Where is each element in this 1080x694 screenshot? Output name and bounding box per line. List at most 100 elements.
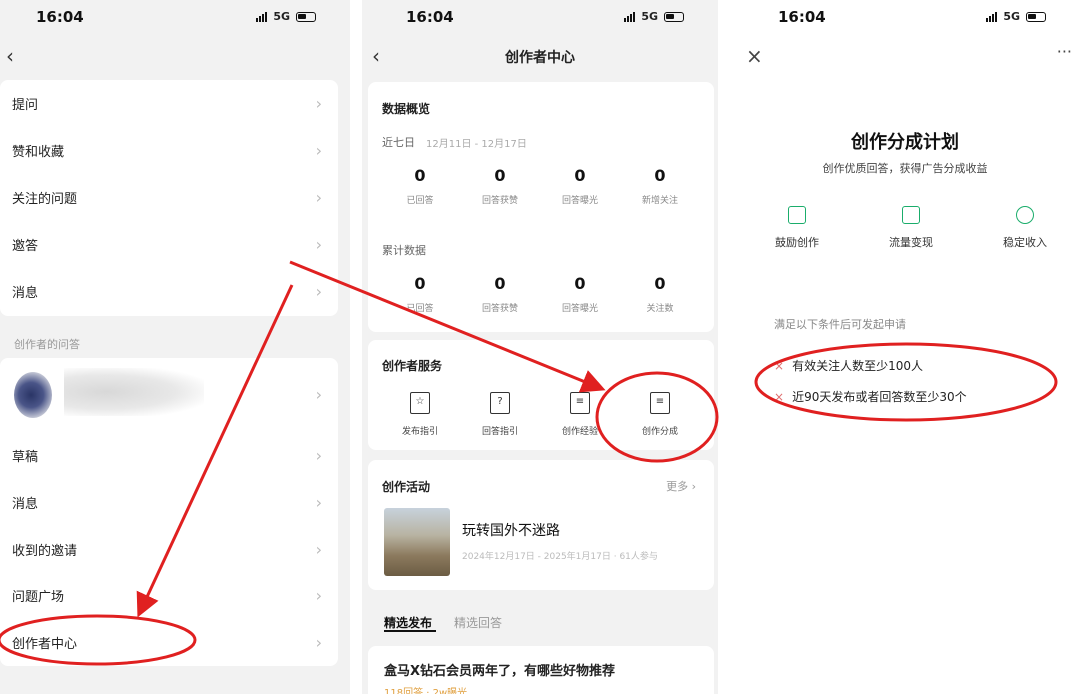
plan-title: 创作分成计划 bbox=[851, 132, 959, 153]
battery-icon bbox=[664, 11, 684, 22]
network-label: 5G bbox=[1003, 10, 1020, 23]
menu-item-creator-center[interactable]: 创作者中心 › bbox=[12, 619, 326, 665]
recent-label: 近七日 bbox=[382, 136, 415, 149]
requirement-followers: × 有效关注人数至少100人 bbox=[774, 359, 923, 373]
avatar bbox=[14, 372, 52, 418]
service-creation-experience[interactable]: ≡ 创作经验 bbox=[540, 392, 620, 437]
menu-item-label: 提问 bbox=[12, 97, 39, 113]
menu-item-label: 问题广场 bbox=[12, 589, 65, 605]
menu-item-label: 消息 bbox=[12, 496, 39, 512]
status-bar: 16:04 5G bbox=[0, 0, 350, 34]
edit-square-icon bbox=[788, 206, 806, 224]
menu-item-label: 收到的邀请 bbox=[12, 543, 78, 559]
chevron-right-icon: › bbox=[315, 140, 322, 160]
shield-coin-icon bbox=[1016, 206, 1034, 224]
page-title: 创作者中心 bbox=[505, 50, 575, 66]
menu-item-label: 关注的问题 bbox=[12, 191, 78, 207]
menu-item-followed-questions[interactable]: 关注的问题 › bbox=[12, 174, 326, 220]
signal-icon bbox=[256, 11, 268, 22]
menu-item-label: 邀答 bbox=[12, 238, 39, 254]
status-time: 16:04 bbox=[406, 8, 454, 26]
plan-subtitle: 创作优质回答，获得广告分成收益 bbox=[822, 162, 988, 175]
tab-active-indicator bbox=[384, 630, 436, 632]
stat-recent-exposure: 0 回答曝光 bbox=[561, 166, 598, 206]
menu-item-messages-2[interactable]: 消息 › bbox=[12, 479, 326, 525]
activity-meta: 2024年12月17日 - 2025年1月17日 · 61人参与 bbox=[462, 552, 658, 562]
services-heading: 创作者服务 bbox=[382, 359, 443, 373]
back-arrow-icon[interactable]: ‹ bbox=[6, 44, 14, 68]
battery-icon bbox=[1026, 11, 1046, 22]
overview-heading: 数据概览 bbox=[382, 102, 431, 116]
book-question-icon: ? bbox=[490, 392, 510, 414]
tab-featured-answers[interactable]: 精选回答 bbox=[454, 614, 502, 631]
chevron-right-icon: › bbox=[315, 234, 322, 254]
activity-thumbnail[interactable] bbox=[384, 508, 450, 576]
chevron-right-icon: › bbox=[315, 93, 322, 113]
benefit-encourage: 鼓励创作 bbox=[752, 206, 842, 250]
more-options-icon[interactable]: ··· bbox=[1057, 42, 1072, 61]
menu-item-question-square[interactable]: 问题广场 › bbox=[12, 572, 326, 618]
blurred-username bbox=[64, 368, 204, 416]
section-label-creator-qa: 创作者的问答 bbox=[14, 338, 80, 351]
menu-item-received-invites[interactable]: 收到的邀请 › bbox=[12, 526, 326, 572]
menu-item-label: 消息 bbox=[12, 285, 39, 301]
menu-item-ask[interactable]: 提问 › bbox=[12, 80, 326, 126]
stat-recent-answered: 0 已回答 bbox=[406, 166, 434, 206]
stat-total-followers: 0 关注数 bbox=[646, 274, 674, 314]
stat-recent-likes: 0 回答获赞 bbox=[481, 166, 518, 206]
data-overview-card: 数据概览 近七日 12月11日 - 12月17日 0 已回答 0 回答获赞 0 回答曝… bbox=[368, 82, 714, 332]
chevron-right-icon: › bbox=[315, 539, 322, 559]
menu-item-invite-answer[interactable]: 邀答 › bbox=[12, 221, 326, 267]
menu-item-likes[interactable]: 赞和收藏 › bbox=[12, 127, 326, 173]
screen-revenue-plan: 16:04 5G × ··· 创作分成计划 创作优质回答，获得广告分成收益 鼓励… bbox=[730, 0, 1080, 694]
network-label: 5G bbox=[641, 10, 658, 23]
chevron-right-icon: › bbox=[315, 281, 322, 301]
doc-money-icon: ≡ bbox=[650, 392, 670, 414]
menu-card-top: 提问 › 赞和收藏 › 关注的问题 › 邀答 › 消息 › bbox=[0, 80, 338, 316]
stat-total-answered: 0 已回答 bbox=[406, 274, 434, 314]
stat-recent-followers: 0 新增关注 bbox=[641, 166, 678, 206]
note-edit-icon: ≡ bbox=[570, 392, 590, 414]
tab-featured-posts[interactable]: 精选发布 bbox=[384, 614, 432, 631]
close-icon[interactable]: × bbox=[746, 44, 763, 68]
benefit-monetize: 流量变现 bbox=[866, 206, 956, 250]
post-meta: 118回答 · 2w曝光 bbox=[384, 688, 468, 694]
signal-icon bbox=[986, 11, 998, 22]
cross-icon: × bbox=[774, 359, 785, 373]
benefit-stable-income: 稳定收入 bbox=[980, 206, 1070, 250]
nav-bar: ‹ 创作者中心 bbox=[362, 38, 718, 74]
more-link[interactable]: 更多 › bbox=[666, 478, 696, 494]
activity-heading: 创作活动 bbox=[382, 480, 431, 494]
status-bar: 16:04 5G bbox=[730, 0, 1080, 34]
book-star-icon: ☆ bbox=[410, 392, 430, 414]
screen-creator-center: 16:04 5G ‹ 创作者中心 数据概览 近七日 12月11日 - 12月17… bbox=[362, 0, 718, 694]
service-answer-guide[interactable]: ? 回答指引 bbox=[460, 392, 540, 437]
network-label: 5G bbox=[273, 10, 290, 23]
chevron-right-icon: › bbox=[315, 445, 322, 465]
status-time: 16:04 bbox=[36, 8, 84, 26]
menu-item-drafts[interactable]: 草稿 › bbox=[12, 432, 326, 478]
signal-icon bbox=[624, 11, 636, 22]
nav-bar: ‹ bbox=[0, 38, 350, 74]
trend-chart-icon bbox=[902, 206, 920, 224]
chevron-right-icon: › bbox=[315, 384, 322, 404]
menu-item-label: 草稿 bbox=[12, 449, 39, 465]
screen-profile-menu: 16:04 5G ‹ 提问 › 赞和收藏 › 关注的问题 › 邀答 › 消息 › 创作者的… bbox=[0, 0, 350, 694]
creator-services-card: 创作者服务 ☆ 发布指引 ? 回答指引 ≡ 创作经验 ≡ 创作分成 bbox=[368, 340, 714, 450]
post-title: 盒马X钻石会员两年了，有哪些好物推荐 bbox=[384, 664, 616, 679]
service-creation-revenue[interactable]: ≡ 创作分成 bbox=[620, 392, 700, 437]
status-bar: 16:04 5G bbox=[362, 0, 718, 34]
stat-total-exposure: 0 回答曝光 bbox=[561, 274, 598, 314]
chevron-right-icon: › bbox=[315, 585, 322, 605]
battery-icon bbox=[296, 11, 316, 22]
menu-item-messages[interactable]: 消息 › bbox=[12, 268, 326, 314]
service-publish-guide[interactable]: ☆ 发布指引 bbox=[380, 392, 460, 437]
recent-range: 12月11日 - 12月17日 bbox=[426, 139, 527, 150]
menu-item-label: 赞和收藏 bbox=[12, 144, 65, 160]
post-card[interactable]: 盒马X钻石会员两年了，有哪些好物推荐 118回答 · 2w曝光 bbox=[368, 646, 714, 694]
chevron-right-icon: › bbox=[315, 492, 322, 512]
cross-icon: × bbox=[774, 390, 785, 404]
activity-title[interactable]: 玩转国外不迷路 bbox=[462, 520, 560, 540]
requirement-posts: × 近90天发布或者回答数至少30个 bbox=[774, 390, 967, 404]
chevron-right-icon: › bbox=[315, 187, 322, 207]
